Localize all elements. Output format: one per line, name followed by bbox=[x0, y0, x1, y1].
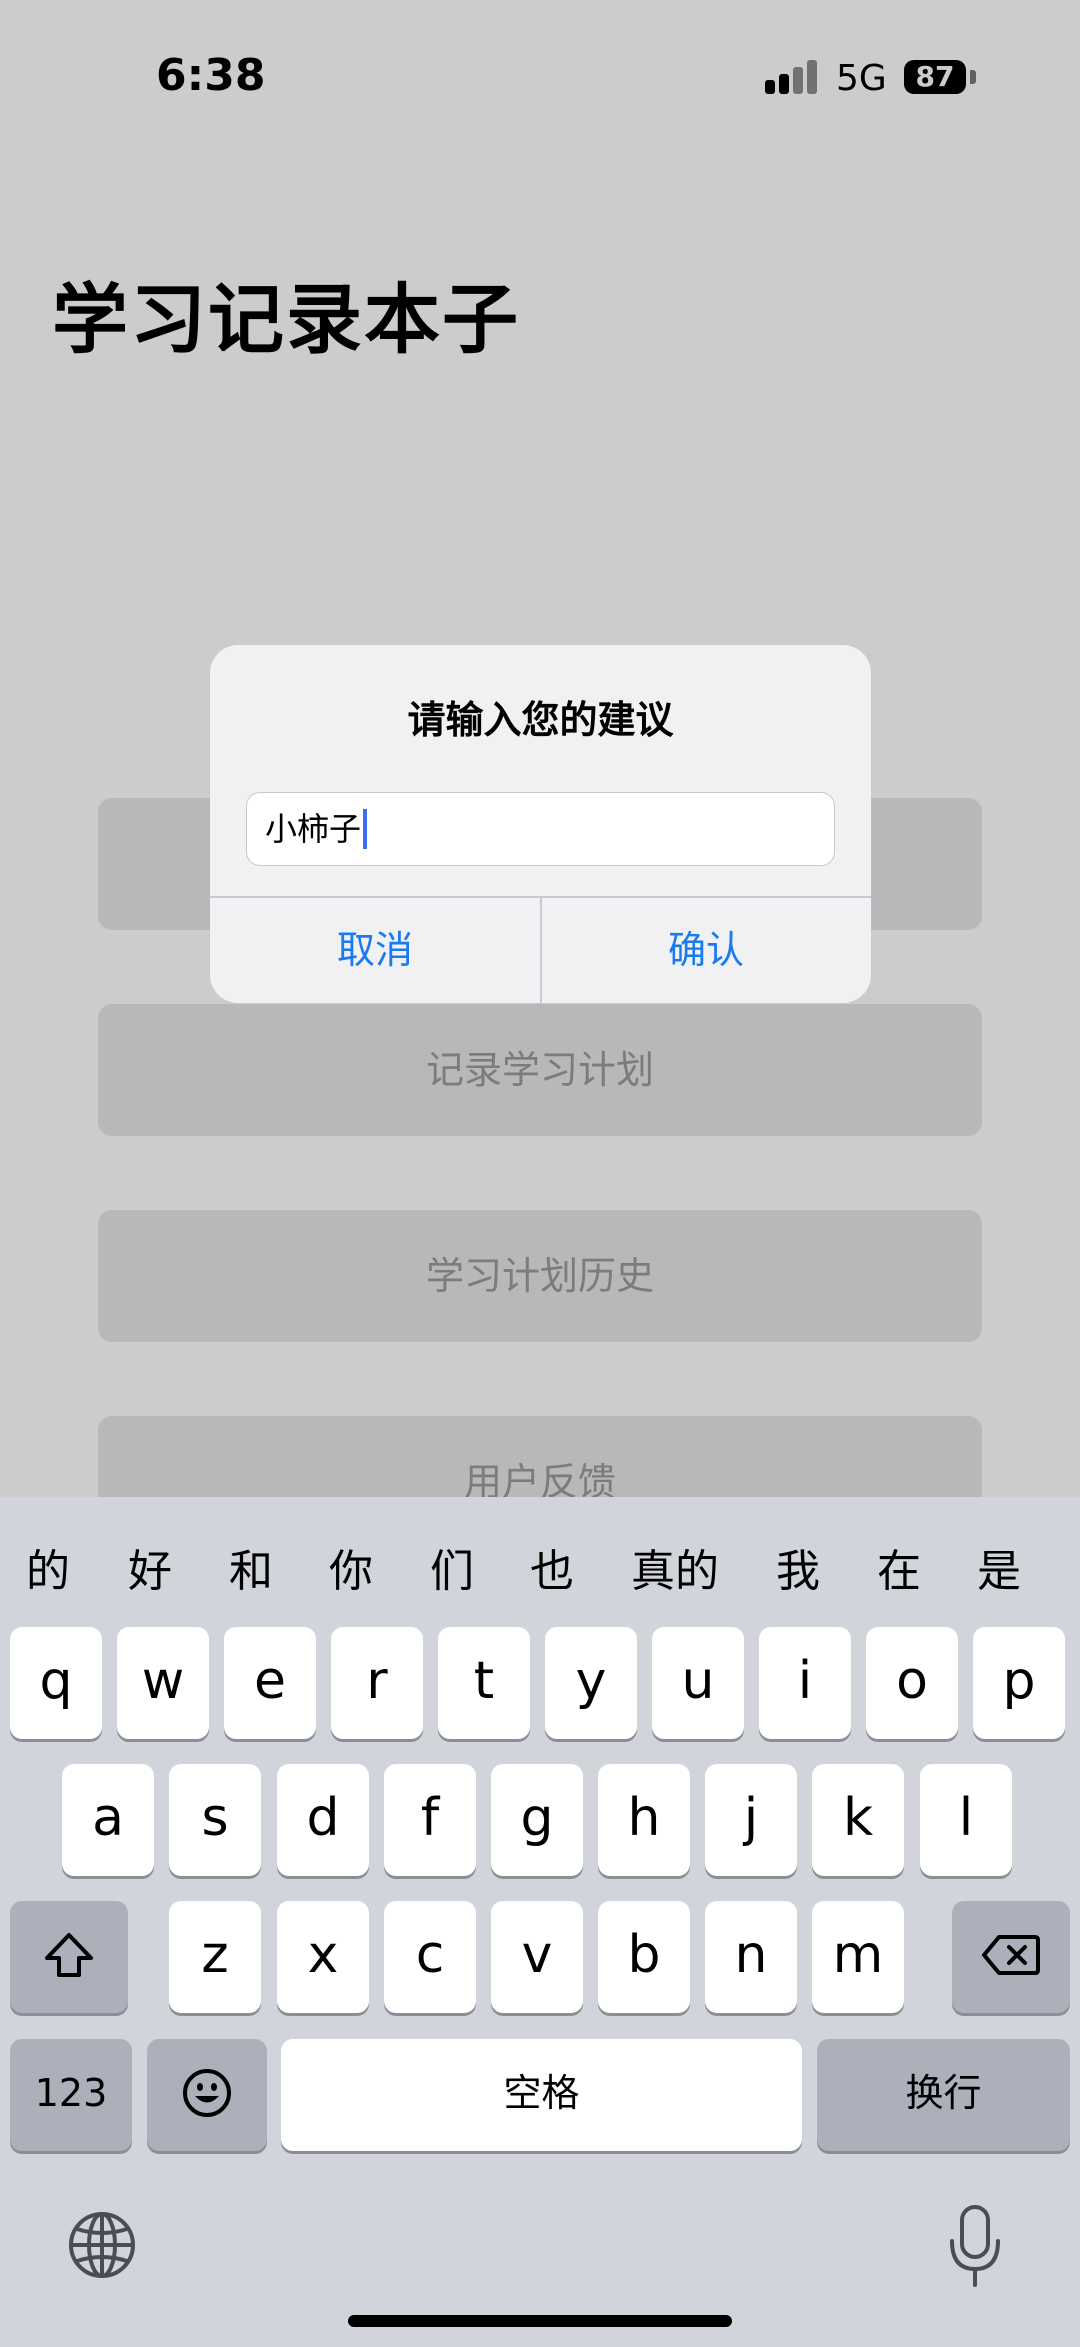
key-label: f bbox=[420, 1788, 440, 1848]
shift-key[interactable] bbox=[10, 1901, 128, 2013]
numbers-key[interactable]: 123 bbox=[10, 2039, 132, 2151]
key-label: y bbox=[575, 1651, 607, 1711]
key-f[interactable]: f bbox=[384, 1764, 476, 1876]
key-t[interactable]: t bbox=[438, 1627, 530, 1739]
key-w[interactable]: w bbox=[117, 1627, 209, 1739]
candidate-word[interactable]: 好 bbox=[128, 1535, 172, 1599]
key-label: u bbox=[681, 1651, 715, 1711]
key-s[interactable]: s bbox=[169, 1764, 261, 1876]
microphone-icon bbox=[950, 2205, 1000, 2287]
candidate-word[interactable]: 们 bbox=[430, 1535, 474, 1599]
candidate-word[interactable]: 的 bbox=[26, 1535, 70, 1599]
key-label: e bbox=[254, 1651, 286, 1711]
key-label: o bbox=[896, 1651, 928, 1711]
key-h[interactable]: h bbox=[598, 1764, 690, 1876]
cancel-button[interactable]: 取消 bbox=[210, 897, 540, 1003]
candidate-word[interactable]: 也 bbox=[530, 1535, 574, 1599]
key-v[interactable]: v bbox=[491, 1901, 583, 2013]
key-label: n bbox=[734, 1925, 768, 1985]
key-label: m bbox=[832, 1925, 884, 1985]
key-l[interactable]: l bbox=[920, 1764, 1012, 1876]
key-label: j bbox=[743, 1788, 759, 1848]
key-u[interactable]: u bbox=[652, 1627, 744, 1739]
key-p[interactable]: p bbox=[973, 1627, 1065, 1739]
candidate-word[interactable]: 和 bbox=[229, 1535, 273, 1599]
key-i[interactable]: i bbox=[759, 1627, 851, 1739]
text-caret bbox=[363, 809, 368, 849]
globe-icon bbox=[69, 2212, 135, 2278]
key-label: 换行 bbox=[905, 2071, 982, 2115]
key-label: s bbox=[201, 1788, 229, 1848]
feedback-alert: 请输入您的建议 小柿子 取消 确认 bbox=[210, 645, 871, 1003]
key-label: w bbox=[141, 1651, 185, 1711]
feedback-input[interactable]: 小柿子 bbox=[246, 792, 835, 866]
key-o[interactable]: o bbox=[866, 1627, 958, 1739]
delete-key[interactable] bbox=[952, 1901, 1070, 2013]
key-z[interactable]: z bbox=[169, 1901, 261, 2013]
home-indicator[interactable] bbox=[348, 2315, 732, 2327]
candidate-word[interactable]: 在 bbox=[877, 1535, 921, 1599]
key-label: x bbox=[307, 1925, 339, 1985]
key-label: q bbox=[39, 1651, 73, 1711]
key-label: z bbox=[201, 1925, 229, 1985]
key-a[interactable]: a bbox=[62, 1764, 154, 1876]
return-key[interactable]: 换行 bbox=[817, 2039, 1070, 2151]
key-label: v bbox=[521, 1925, 553, 1985]
key-label: b bbox=[627, 1925, 661, 1985]
space-key[interactable]: 空格 bbox=[281, 2039, 802, 2151]
key-label: i bbox=[797, 1651, 813, 1711]
dictation-button[interactable] bbox=[945, 2203, 1005, 2289]
key-e[interactable]: e bbox=[224, 1627, 316, 1739]
candidate-word[interactable]: 是 bbox=[977, 1535, 1021, 1599]
key-label: g bbox=[520, 1788, 554, 1848]
key-k[interactable]: k bbox=[812, 1764, 904, 1876]
candidate-word[interactable]: 我 bbox=[776, 1535, 820, 1599]
key-j[interactable]: j bbox=[705, 1764, 797, 1876]
key-label: h bbox=[627, 1788, 661, 1848]
key-n[interactable]: n bbox=[705, 1901, 797, 2013]
shift-icon bbox=[45, 1933, 93, 1977]
emoji-key[interactable] bbox=[147, 2039, 267, 2151]
confirm-button[interactable]: 确认 bbox=[541, 897, 871, 1003]
key-g[interactable]: g bbox=[491, 1764, 583, 1876]
key-label: l bbox=[958, 1788, 974, 1848]
key-label: 空格 bbox=[503, 2071, 580, 2115]
key-c[interactable]: c bbox=[384, 1901, 476, 2013]
candidate-word[interactable]: 真的 bbox=[631, 1535, 719, 1599]
emoji-icon bbox=[183, 2069, 231, 2117]
key-label: k bbox=[842, 1788, 874, 1848]
candidate-bar: 的 好 和 你 们 也 真的 我 在 是 bbox=[0, 1497, 1080, 1627]
key-label: a bbox=[92, 1788, 124, 1848]
feedback-input-value: 小柿子 bbox=[265, 810, 362, 848]
key-label: 123 bbox=[34, 2071, 108, 2115]
alert-title: 请输入您的建议 bbox=[407, 698, 674, 742]
keyboard: 的 好 和 你 们 也 真的 我 在 是 q w e r t y u i o p… bbox=[0, 1497, 1080, 2347]
key-m[interactable]: m bbox=[812, 1901, 904, 2013]
globe-button[interactable] bbox=[66, 2209, 138, 2281]
candidate-word[interactable]: 你 bbox=[329, 1535, 373, 1599]
key-b[interactable]: b bbox=[598, 1901, 690, 2013]
key-label: r bbox=[366, 1651, 388, 1711]
key-d[interactable]: d bbox=[277, 1764, 369, 1876]
key-label: p bbox=[1002, 1651, 1036, 1711]
key-q[interactable]: q bbox=[10, 1627, 102, 1739]
key-label: d bbox=[306, 1788, 340, 1848]
key-x[interactable]: x bbox=[277, 1901, 369, 2013]
key-label: t bbox=[473, 1651, 495, 1711]
key-r[interactable]: r bbox=[331, 1627, 423, 1739]
key-y[interactable]: y bbox=[545, 1627, 637, 1739]
key-label: c bbox=[415, 1925, 445, 1985]
backspace-icon bbox=[982, 1935, 1040, 1975]
